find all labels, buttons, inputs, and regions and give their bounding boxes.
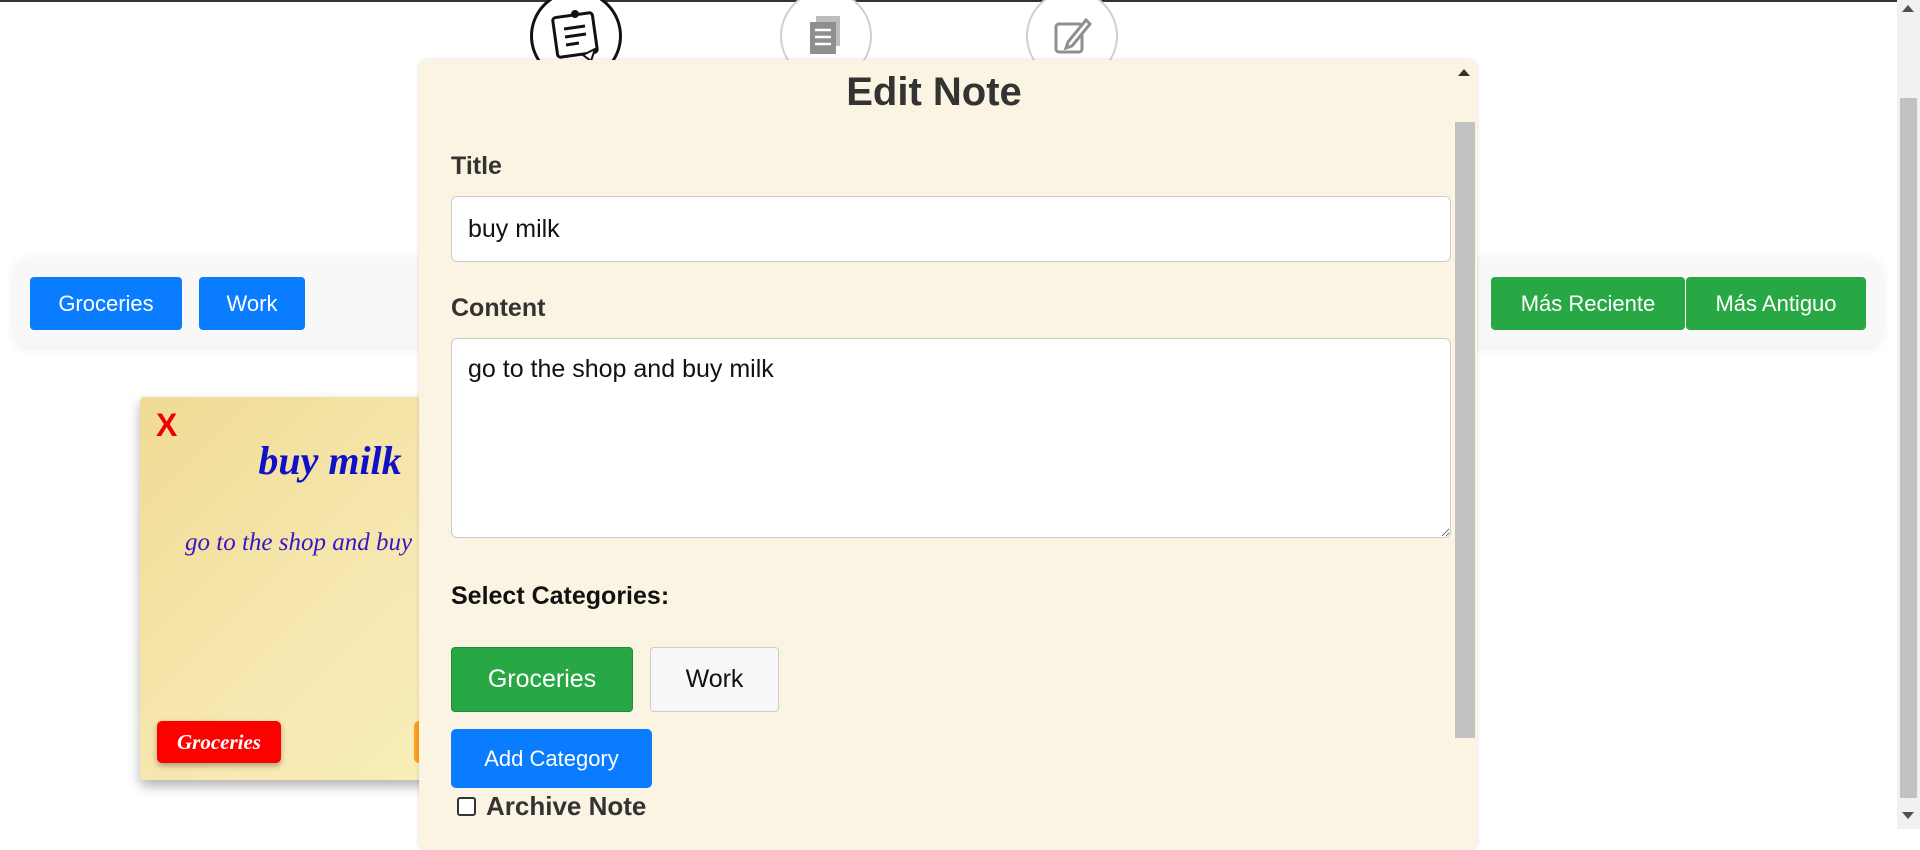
scroll-up-icon[interactable] [1458,69,1470,76]
category-groceries-toggle[interactable]: Groceries [451,647,633,712]
note-category-tag: Groceries [157,721,281,763]
page-scrollbar[interactable] [1897,0,1920,829]
select-categories-label: Select Categories: [451,582,670,610]
filter-groceries-button[interactable]: Groceries [30,277,182,330]
edit-icon [1054,17,1093,54]
page-scroll-thumb[interactable] [1900,98,1917,798]
title-label: Title [451,152,502,180]
modal-title: Edit Note [846,70,1022,114]
modal-scroll-thumb[interactable] [1455,122,1475,738]
category-work-toggle[interactable]: Work [650,647,779,712]
top-border [0,0,1898,2]
page-scroll-down-icon[interactable] [1902,812,1914,819]
archive-checkbox[interactable] [457,797,476,816]
sort-oldest-button[interactable]: Más Antiguo [1686,277,1866,330]
archive-row[interactable]: Archive Note [457,791,646,822]
documents-icon [810,16,840,54]
content-textarea[interactable]: go to the shop and buy milk [451,338,1451,538]
title-input[interactable] [451,196,1451,262]
edit-note-modal: Edit Note Title Content go to the shop a… [419,60,1477,850]
sticky-note-icon [551,10,599,63]
modal-scrollbar[interactable] [1451,60,1477,850]
page-scroll-up-icon[interactable] [1902,5,1914,12]
add-category-button[interactable]: Add Category [451,729,652,788]
filter-work-button[interactable]: Work [199,277,305,330]
sort-newest-button[interactable]: Más Reciente [1491,277,1685,330]
content-label: Content [451,294,546,322]
archive-label: Archive Note [486,791,647,821]
